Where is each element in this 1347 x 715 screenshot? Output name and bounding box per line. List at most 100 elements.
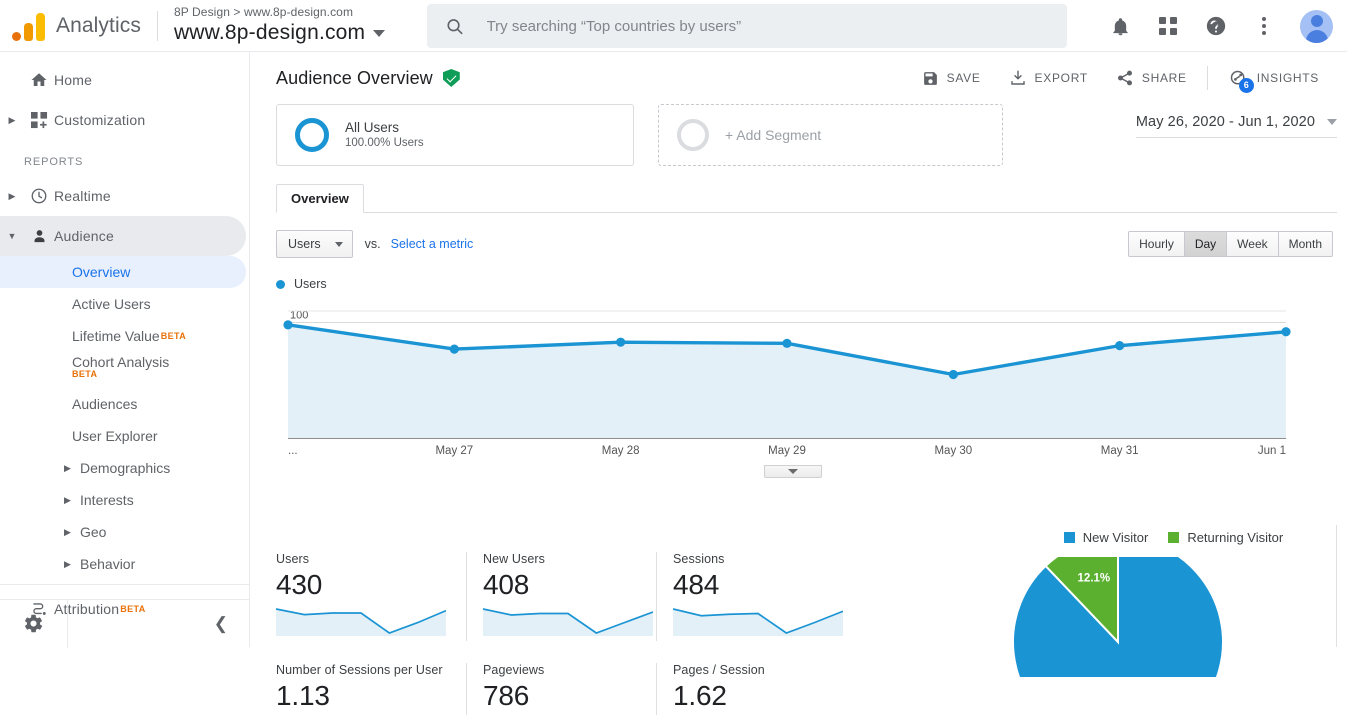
sparkline: [482, 608, 654, 636]
metric-card-label: Users: [276, 552, 310, 566]
svg-text:12.1%: 12.1%: [1078, 573, 1111, 585]
apps-grid-icon[interactable]: [1156, 14, 1180, 38]
legend-label-returning-visitor: Returning Visitor: [1187, 530, 1284, 545]
chevron-down-icon: [1327, 119, 1337, 125]
collapse-chevron-left-icon[interactable]: ❮: [68, 600, 250, 648]
person-icon: [24, 228, 54, 245]
avatar[interactable]: [1300, 9, 1333, 43]
metric-card[interactable]: Sessions 484: [656, 552, 846, 641]
sidebar-item-behavior[interactable]: ▶ Behavior: [0, 548, 246, 580]
sidebar-subitem-label: Audiences: [72, 396, 138, 412]
metric-card-label: New Users: [483, 552, 546, 566]
expand-arrow-icon[interactable]: ▶: [64, 527, 71, 538]
legend-swatch-returning-visitor: [1168, 532, 1180, 543]
settings-gear-icon[interactable]: [0, 599, 68, 648]
page-header: Audience Overview SAVE EXPORT SHARE 6 IN…: [250, 52, 1347, 104]
insights-button[interactable]: 6 INSIGHTS: [1214, 61, 1333, 95]
action-label: EXPORT: [1034, 71, 1088, 85]
users-line-chart[interactable]: 50100...May 27May 28May 29May 30May 31Ju…: [276, 301, 1337, 478]
legend-label: Users: [294, 277, 327, 291]
segment-all-users[interactable]: All Users 100.00% Users: [276, 104, 634, 166]
action-label: SHARE: [1141, 71, 1187, 85]
metric-card[interactable]: Users 430: [275, 552, 466, 641]
metric-card[interactable]: Pageviews 786: [466, 663, 656, 715]
expand-arrow-icon[interactable]: ▶: [64, 559, 71, 570]
search-icon: [447, 18, 463, 34]
pie-chart-svg[interactable]: 12.1%: [1000, 535, 1347, 715]
home-icon: [24, 71, 54, 89]
expand-arrow-icon[interactable]: ▶: [0, 191, 24, 202]
page-actions: SAVE EXPORT SHARE 6 INSIGHTS: [908, 61, 1347, 95]
primary-metric-dropdown[interactable]: Users: [276, 230, 353, 258]
granularity-day[interactable]: Day: [1184, 231, 1228, 257]
property-selector[interactable]: 8P Design > www.8p-design.com www.8p-des…: [173, 5, 386, 46]
granularity-label: Hourly: [1139, 237, 1174, 251]
panel-divider: [1336, 525, 1337, 647]
granularity-label: Month: [1288, 237, 1322, 251]
segment-ring-icon: [295, 118, 329, 152]
sidebar-item-cohort-analysis[interactable]: Cohort Analysis BETA: [0, 352, 246, 388]
sidebar-item-user-explorer[interactable]: User Explorer: [0, 420, 246, 452]
sidebar-item-audience[interactable]: ▼ Audience: [0, 216, 246, 256]
primary-metric-value: Users: [288, 237, 321, 251]
sidebar-subitem-label: Lifetime Value: [72, 328, 160, 344]
granularity-month[interactable]: Month: [1278, 231, 1333, 257]
sidebar-item-realtime[interactable]: ▶ Realtime: [0, 176, 249, 216]
metric-card[interactable]: New Users 408: [466, 552, 656, 641]
beta-badge: BETA: [160, 331, 187, 341]
top-bar-icons: [1108, 0, 1333, 52]
property-title: www.8p-design.com: [173, 21, 366, 44]
save-button[interactable]: SAVE: [908, 61, 995, 95]
tab-overview[interactable]: Overview: [276, 184, 364, 213]
chevron-down-icon[interactable]: [373, 29, 386, 37]
sidebar-subitem-label: Geo: [80, 524, 107, 540]
segment-sub: 100.00% Users: [345, 137, 424, 149]
expand-arrow-icon[interactable]: ▶: [0, 115, 24, 126]
bell-icon[interactable]: [1108, 14, 1132, 38]
granularity-week[interactable]: Week: [1227, 231, 1279, 257]
more-vert-icon[interactable]: [1252, 14, 1276, 38]
brand-divider: [156, 10, 158, 41]
sidebar-item-active-users[interactable]: Active Users: [0, 288, 246, 320]
share-button[interactable]: SHARE: [1102, 61, 1201, 95]
sidebar-item-lifetime-value[interactable]: Lifetime Value BETA: [0, 320, 246, 352]
search-input[interactable]: [486, 17, 1049, 35]
sidebar-item-audiences[interactable]: Audiences: [0, 388, 246, 420]
metric-card-value: 484: [673, 569, 720, 600]
page-title: Audience Overview: [276, 67, 433, 88]
sidebar-item-overview[interactable]: Overview: [0, 256, 246, 288]
customization-icon: [24, 111, 54, 129]
granularity-hourly[interactable]: Hourly: [1128, 231, 1185, 257]
sidebar-item-geo[interactable]: ▶ Geo: [0, 516, 246, 548]
save-icon: [923, 71, 937, 85]
granularity-toggle-group: Hourly Day Week Month: [1128, 231, 1333, 257]
metric-card-label: Sessions: [673, 552, 725, 566]
metric-selector-bar: Users vs. Select a metric Hourly Day Wee…: [276, 229, 1337, 259]
select-a-metric-link[interactable]: Select a metric: [391, 237, 474, 251]
metric-card[interactable]: Number of Sessions per User 1.13: [276, 663, 466, 715]
sidebar-item-demographics[interactable]: ▶ Demographics: [0, 452, 246, 484]
export-button[interactable]: EXPORT: [995, 61, 1102, 95]
search-box[interactable]: [427, 4, 1067, 48]
tab-bar: Overview: [276, 184, 1337, 213]
date-range-picker[interactable]: May 26, 2020 - Jun 1, 2020: [1135, 114, 1337, 138]
sidebar-item-customization[interactable]: ▶ Customization: [0, 100, 249, 140]
metric-card[interactable]: Pages / Session 1.62: [656, 663, 846, 715]
sidebar-subitem-label: User Explorer: [72, 428, 158, 444]
sidebar-item-interests[interactable]: ▶ Interests: [0, 484, 246, 516]
svg-text:...: ...: [288, 445, 298, 457]
sidebar-item-home[interactable]: Home: [0, 60, 249, 100]
chart-expand-handle[interactable]: [764, 465, 822, 478]
date-range-label: May 26, 2020 - Jun 1, 2020: [1135, 114, 1315, 130]
sidebar-subitem-label: Demographics: [80, 460, 171, 476]
expand-arrow-icon[interactable]: ▶: [64, 495, 71, 506]
expand-arrow-icon[interactable]: ▶: [64, 463, 71, 474]
vs-label: vs.: [364, 237, 381, 251]
help-icon[interactable]: [1204, 14, 1228, 38]
action-divider: [1206, 66, 1208, 90]
metric-card-row: Number of Sessions per User 1.13 Pagevie…: [276, 663, 856, 715]
svg-text:May 31: May 31: [1101, 445, 1139, 457]
legend-swatch-new-visitor: [1063, 532, 1075, 543]
collapse-arrow-icon[interactable]: ▼: [0, 231, 24, 241]
add-segment-button[interactable]: + Add Segment: [658, 104, 1003, 166]
